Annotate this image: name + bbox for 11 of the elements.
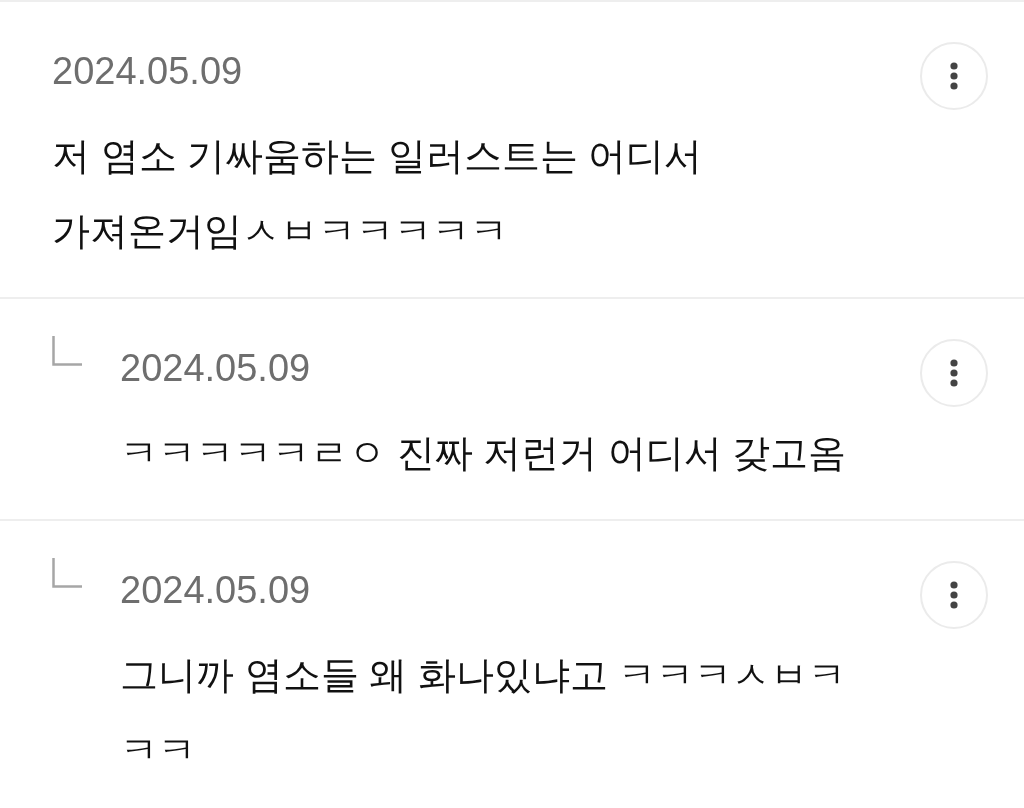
comment-date: 2024.05.09: [52, 49, 244, 94]
reply-text: 그니까 염소들 왜 화나있냐고 ㅋㅋㅋㅅㅂㅋㅋㅋ: [120, 653, 848, 773]
reply-indent-icon: [52, 558, 82, 588]
vertical-dots-icon: [950, 581, 958, 609]
reply-date: 2024.05.09: [120, 568, 312, 613]
vertical-dots-icon: [950, 359, 958, 387]
reply-indent-icon: [52, 336, 82, 366]
vertical-dots-icon: [950, 62, 958, 90]
reply-date: 2024.05.09: [120, 346, 312, 391]
comment-text: 저 염소 기싸움하는 일러스트는 어디서 가져온거임ㅅㅂㅋㅋㅋㅋㅋ: [52, 134, 704, 254]
reply-text: ㅋㅋㅋㅋㅋㄹㅇ 진짜 저런거 어디서 갖고옴: [120, 431, 848, 476]
